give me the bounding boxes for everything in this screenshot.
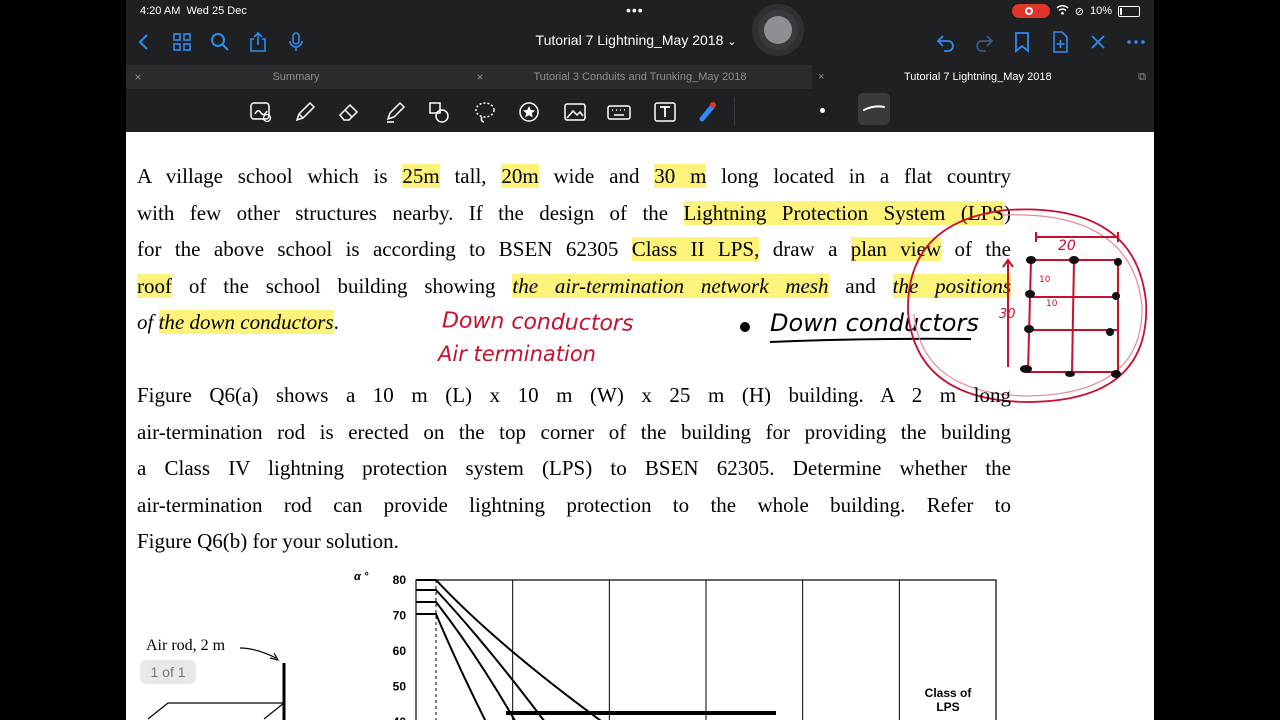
- mic-icon[interactable]: [284, 30, 308, 54]
- highlighted-text: Class II LPS,: [631, 237, 760, 261]
- curve-class-4: [416, 613, 487, 720]
- status-bar: 4:20 AM Wed 25 Dec ••• ⊘ 10%: [126, 2, 1154, 20]
- handwritten-note-red: Air termination: [438, 342, 596, 366]
- y-tick-label: 60: [393, 644, 407, 658]
- text-box-icon[interactable]: [652, 99, 678, 125]
- y-tick-label: 50: [393, 680, 407, 694]
- battery-icon: [1118, 5, 1140, 17]
- paragraph-line: air-termination rod can provide lightnin…: [137, 492, 1011, 517]
- text-segment: long located in a flat country: [706, 164, 1011, 188]
- orientation-lock-icon: ⊘: [1074, 5, 1084, 18]
- multitask-dots[interactable]: •••: [626, 2, 644, 18]
- text-segment: .: [333, 310, 339, 334]
- close-icon[interactable]: [1086, 30, 1110, 54]
- toolbar-divider: [734, 97, 735, 125]
- air-rod-label: Air rod, 2 m: [146, 637, 226, 654]
- highlighted-text: the air-termination network mesh: [512, 273, 829, 298]
- lasso-text-icon[interactable]: [248, 99, 274, 125]
- sketch-width-label: 20: [1058, 238, 1076, 254]
- highlighter-icon[interactable]: [382, 99, 408, 125]
- search-icon[interactable]: [208, 30, 232, 54]
- app-window: 4:20 AM Wed 25 Dec ••• ⊘ 10% Tutorial 7 …: [126, 0, 1154, 720]
- stroke-style-selector[interactable]: [858, 93, 890, 125]
- status-right: ⊘ 10%: [1011, 4, 1140, 18]
- highlighted-text: the down conductors: [158, 310, 334, 334]
- text-segment: of: [137, 310, 159, 334]
- tab-label: Tutorial 7 Lightning_May 2018: [904, 71, 1052, 83]
- shapes-icon[interactable]: [426, 99, 452, 125]
- highlighted-text: 25m: [402, 164, 440, 188]
- sketch-length-label: 30: [999, 307, 1016, 322]
- alpha-axis-label: α °: [354, 571, 369, 583]
- paragraph-line: roof of the school building showing the …: [137, 273, 1012, 310]
- paragraph-line: air-termination rod is erected on the to…: [137, 419, 1011, 444]
- class-of-lps-label: Class of: [925, 686, 973, 700]
- share-icon[interactable]: [246, 30, 270, 54]
- close-tab-icon[interactable]: ×: [818, 65, 824, 89]
- chevron-left-icon[interactable]: [132, 30, 156, 54]
- handwritten-note-red: Down conductors: [441, 308, 634, 337]
- text-segment: tall,: [439, 164, 502, 188]
- text-segment: wide and: [538, 164, 655, 188]
- page-indicator: 1 of 1: [140, 660, 196, 684]
- tab-tutorial-7[interactable]: × Tutorial 7 Lightning_May 2018 ⧉: [812, 65, 1154, 89]
- stroke-size-dot[interactable]: [820, 108, 825, 113]
- split-view-icon[interactable]: ⧉: [1138, 65, 1146, 89]
- lasso-icon[interactable]: [472, 99, 498, 125]
- highlighted-text: 30 m: [654, 164, 707, 188]
- grid-icon[interactable]: [170, 30, 194, 54]
- text-segment: A village school which is: [137, 164, 403, 188]
- paragraph-line: Figure Q6(a) shows a 10 m (L) x 10 m (W)…: [137, 383, 1011, 407]
- paragraph-line: A village school which is 25m tall, 20m …: [137, 164, 1011, 200]
- chevron-down-icon: ⌄: [727, 36, 737, 48]
- laser-pointer-icon[interactable]: [694, 99, 720, 125]
- tab-tutorial-3[interactable]: Tutorial 3 Conduits and Trunking_May 201…: [488, 65, 792, 89]
- battery-percent: 10%: [1089, 5, 1112, 17]
- undo-icon[interactable]: [934, 30, 958, 54]
- screen-record-icon[interactable]: [1011, 4, 1050, 18]
- sketch-mesh-label: 10: [1039, 275, 1051, 285]
- highlighted-text: 20m: [501, 164, 539, 188]
- close-tab-icon[interactable]: ×: [130, 65, 146, 89]
- sketch-mesh-label: 10: [1046, 299, 1058, 309]
- text-segment: for the above school is according to BSE…: [137, 237, 632, 261]
- close-tab-icon[interactable]: ×: [472, 65, 488, 89]
- image-icon[interactable]: [562, 99, 588, 125]
- camera-icon: [758, 10, 798, 50]
- annotation-toolbar: [126, 93, 1154, 129]
- figure-q6b-chart: α ° 80 70 60 50 40 Class of LPS: [354, 571, 997, 720]
- y-tick-label: 40: [393, 715, 407, 720]
- status-time: 4:20 AM Wed 25 Dec: [140, 5, 247, 17]
- document-title[interactable]: Tutorial 7 Lightning_May 2018 ⌄: [506, 32, 766, 48]
- tab-summary[interactable]: Summary: [146, 65, 446, 89]
- add-page-icon[interactable]: [1048, 30, 1072, 54]
- y-tick-label: 70: [393, 609, 407, 623]
- text-segment: with few other structures nearby. If the…: [137, 200, 684, 225]
- top-bar: 4:20 AM Wed 25 Dec ••• ⊘ 10% Tutorial 7 …: [126, 0, 1154, 132]
- handwritten-bullet: [740, 322, 750, 332]
- text-segment: and: [828, 273, 893, 298]
- document-page[interactable]: A village school which is 25m tall, 20m …: [126, 132, 1154, 720]
- tab-bar: × Summary × Tutorial 3 Conduits and Trun…: [126, 65, 1154, 89]
- pen-icon[interactable]: [292, 99, 318, 125]
- paragraph-line: a Class IV lightning protection system (…: [137, 456, 1011, 480]
- nav-bar: Tutorial 7 Lightning_May 2018 ⌄: [126, 28, 1154, 58]
- paragraph-line: with few other structures nearby. If the…: [137, 200, 1011, 237]
- eraser-icon[interactable]: [336, 99, 362, 125]
- keyboard-icon[interactable]: [606, 99, 632, 125]
- more-icon[interactable]: [1124, 30, 1148, 54]
- roof-plan-sketch: 20 30 10 10: [907, 208, 1147, 403]
- paragraph-line: Figure Q6(b) for your solution.: [137, 529, 399, 553]
- paragraph-line: for the above school is according to BSE…: [137, 237, 1011, 273]
- text-segment: draw a: [759, 237, 851, 261]
- y-tick-label: 80: [393, 573, 407, 587]
- redo-icon[interactable]: [972, 30, 996, 54]
- curve-class-3: [416, 601, 516, 720]
- highlighted-text: roof: [137, 273, 172, 298]
- wifi-icon: [1056, 4, 1069, 18]
- sticker-icon[interactable]: [516, 99, 542, 125]
- bookmark-icon[interactable]: [1010, 30, 1034, 54]
- text-segment: of the school building showing: [172, 273, 513, 298]
- class-of-lps-label: LPS: [936, 700, 959, 714]
